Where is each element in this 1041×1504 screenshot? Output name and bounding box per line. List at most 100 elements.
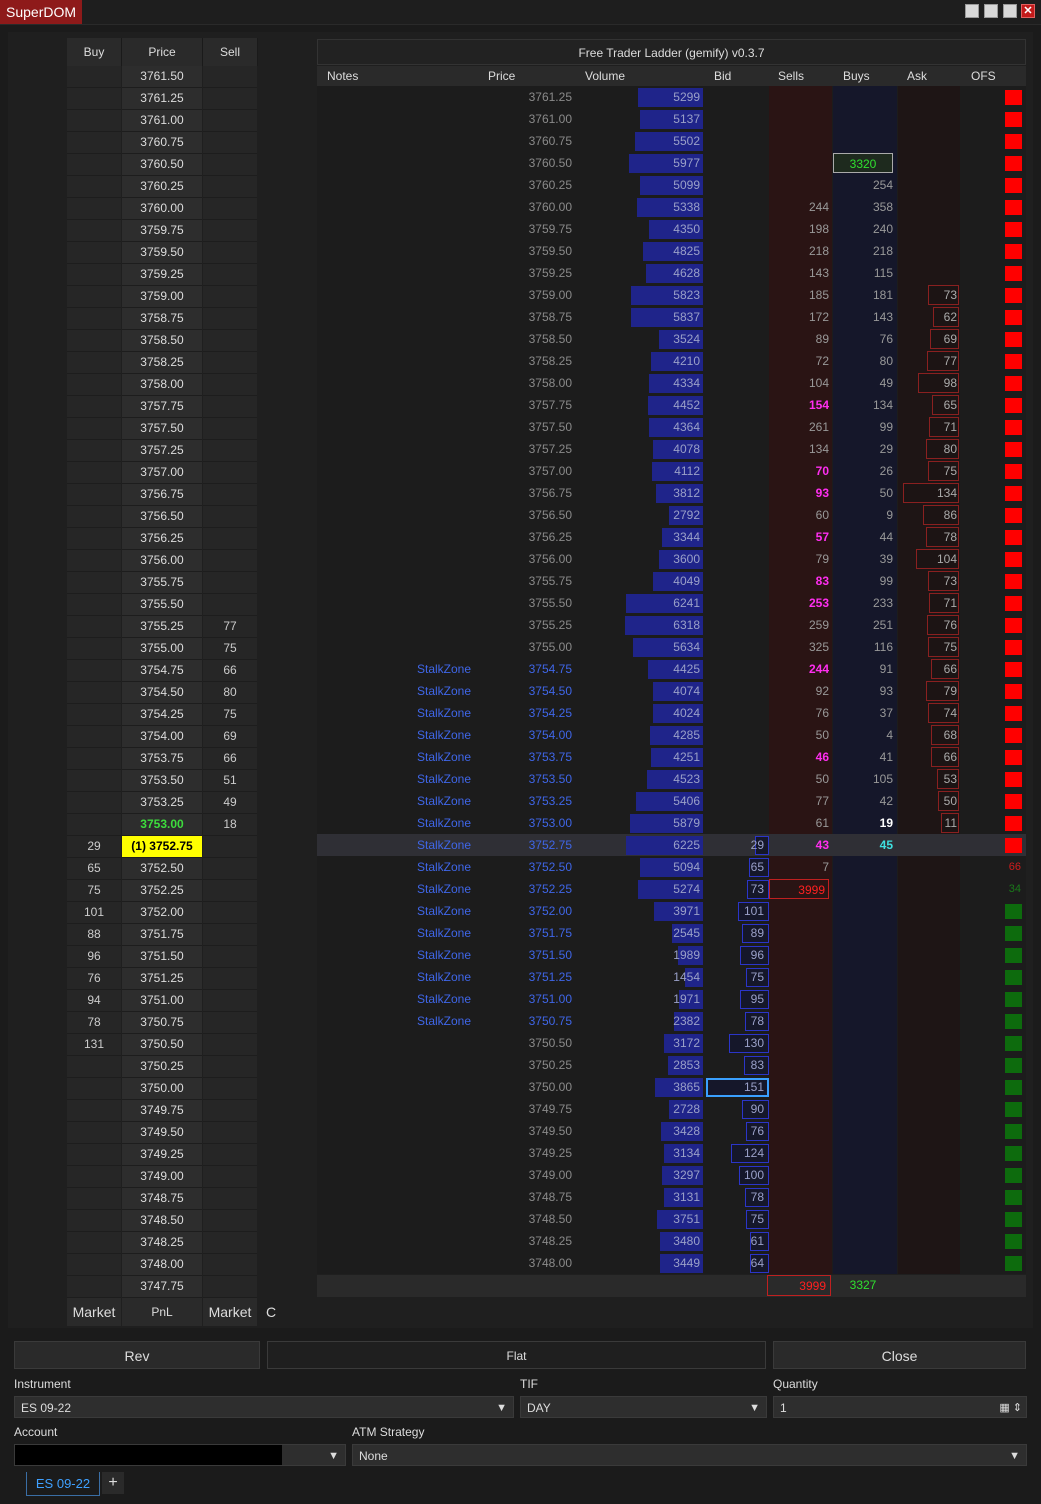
- bid-cell[interactable]: [705, 746, 764, 768]
- ladder-row[interactable]: 3748.75 3131 78: [317, 1186, 1026, 1208]
- note-cell[interactable]: [417, 482, 477, 504]
- left-buy-cell[interactable]: [67, 308, 121, 330]
- left-price-cell[interactable]: 3756.75: [122, 484, 202, 506]
- left-buy-cell[interactable]: [67, 704, 121, 726]
- price-cell[interactable]: 3760.00: [477, 196, 572, 218]
- note-cell[interactable]: [417, 394, 477, 416]
- left-sell-cell[interactable]: [203, 528, 257, 550]
- add-tab-icon[interactable]: +: [102, 1472, 124, 1494]
- left-sell-cell[interactable]: [203, 924, 257, 946]
- left-buy-cell[interactable]: [67, 770, 121, 792]
- bid-cell[interactable]: 95: [705, 988, 764, 1010]
- note-cell[interactable]: [417, 372, 477, 394]
- left-sell-cell[interactable]: [203, 242, 257, 264]
- left-price-cell[interactable]: 3750.75: [122, 1012, 202, 1034]
- left-price-cell[interactable]: 3757.00: [122, 462, 202, 484]
- left-price-cell[interactable]: 3757.25: [122, 440, 202, 462]
- ask-cell[interactable]: [897, 1186, 957, 1208]
- ladder-row[interactable]: StalkZone 3752.00 3971 101: [317, 900, 1026, 922]
- price-cell[interactable]: 3757.00: [477, 460, 572, 482]
- left-price-cell[interactable]: 3748.25: [122, 1232, 202, 1254]
- account-select[interactable]: ▼: [14, 1444, 346, 1466]
- left-buy-cell[interactable]: [67, 440, 121, 462]
- left-buy-cell[interactable]: [67, 242, 121, 264]
- left-price-cell[interactable]: 3758.75: [122, 308, 202, 330]
- price-cell[interactable]: 3748.00: [477, 1252, 572, 1274]
- left-buy-cell[interactable]: [67, 594, 121, 616]
- bid-cell[interactable]: [705, 394, 764, 416]
- left-sell-cell[interactable]: [203, 1210, 257, 1232]
- bid-cell[interactable]: [705, 614, 764, 636]
- ask-cell[interactable]: [897, 1032, 957, 1054]
- ask-cell[interactable]: [897, 86, 957, 108]
- ask-cell[interactable]: 71: [897, 416, 957, 438]
- bid-cell[interactable]: [705, 218, 764, 240]
- left-price-cell[interactable]: 3759.75: [122, 220, 202, 242]
- ask-cell[interactable]: [897, 108, 957, 130]
- left-buy-cell[interactable]: 65: [67, 858, 121, 880]
- note-cell[interactable]: [417, 262, 477, 284]
- quantity-stepper-icon[interactable]: ▦ ⇕: [999, 1397, 1022, 1419]
- price-cell[interactable]: 3758.25: [477, 350, 572, 372]
- ladder-row[interactable]: 3758.50 3524 89 76 69: [317, 328, 1026, 350]
- left-price-cell[interactable]: 3748.50: [122, 1210, 202, 1232]
- bid-cell[interactable]: 83: [705, 1054, 764, 1076]
- ladder-row[interactable]: 3755.00 5634 325 116 75: [317, 636, 1026, 658]
- left-buy-cell[interactable]: [67, 418, 121, 440]
- bid-cell[interactable]: [705, 658, 764, 680]
- left-sell-cell[interactable]: [203, 66, 257, 88]
- left-price-cell[interactable]: (1) 3752.75: [122, 836, 202, 858]
- price-cell[interactable]: 3756.25: [477, 526, 572, 548]
- ladder-row[interactable]: StalkZone 3752.25 5274 73 3999 34: [317, 878, 1026, 900]
- bid-cell[interactable]: 101: [705, 900, 764, 922]
- left-price-cell[interactable]: 3751.50: [122, 946, 202, 968]
- price-cell[interactable]: 3749.25: [477, 1142, 572, 1164]
- ask-cell[interactable]: [897, 1142, 957, 1164]
- ask-cell[interactable]: 86: [897, 504, 957, 526]
- bid-cell[interactable]: 61: [705, 1230, 764, 1252]
- left-price-cell[interactable]: 3754.25: [122, 704, 202, 726]
- left-buy-cell[interactable]: [67, 1056, 121, 1078]
- bid-cell[interactable]: [705, 306, 764, 328]
- left-buy-cell[interactable]: [67, 528, 121, 550]
- left-price-cell[interactable]: 3758.50: [122, 330, 202, 352]
- left-buy-cell[interactable]: 131: [67, 1034, 121, 1056]
- left-sell-cell[interactable]: 18: [203, 814, 257, 836]
- ladder-row[interactable]: 3750.50 3172 130: [317, 1032, 1026, 1054]
- quantity-input[interactable]: 1 ▦ ⇕: [773, 1396, 1027, 1418]
- bid-cell[interactable]: 73: [705, 878, 764, 900]
- note-cell[interactable]: StalkZone: [417, 966, 477, 988]
- note-cell[interactable]: [417, 284, 477, 306]
- ladder-row[interactable]: 3759.25 4628 143 115: [317, 262, 1026, 284]
- left-sell-cell[interactable]: [203, 176, 257, 198]
- ask-cell[interactable]: 77: [897, 350, 957, 372]
- note-cell[interactable]: [417, 548, 477, 570]
- left-buy-cell[interactable]: [67, 660, 121, 682]
- left-buy-cell[interactable]: 76: [67, 968, 121, 990]
- note-cell[interactable]: StalkZone: [417, 878, 477, 900]
- bid-cell[interactable]: 65: [705, 856, 764, 878]
- ladder-row[interactable]: 3756.00 3600 79 39 104: [317, 548, 1026, 570]
- ask-cell[interactable]: [897, 1010, 957, 1032]
- bid-cell[interactable]: [705, 680, 764, 702]
- ask-cell[interactable]: 79: [897, 680, 957, 702]
- left-price-cell[interactable]: 3752.25: [122, 880, 202, 902]
- price-cell[interactable]: 3752.25: [477, 878, 572, 900]
- ladder-row[interactable]: StalkZone 3753.50 4523 50 105 53: [317, 768, 1026, 790]
- ladder-row[interactable]: 3758.25 4210 72 80 77: [317, 350, 1026, 372]
- left-sell-cell[interactable]: [203, 352, 257, 374]
- ladder-row[interactable]: StalkZone 3751.75 2545 89: [317, 922, 1026, 944]
- bid-cell[interactable]: 89: [705, 922, 764, 944]
- price-cell[interactable]: 3754.25: [477, 702, 572, 724]
- left-buy-cell[interactable]: [67, 176, 121, 198]
- ask-cell[interactable]: 53: [897, 768, 957, 790]
- left-buy-cell[interactable]: [67, 1100, 121, 1122]
- ask-cell[interactable]: [897, 922, 957, 944]
- price-cell[interactable]: 3760.50: [477, 152, 572, 174]
- left-sell-cell[interactable]: [203, 990, 257, 1012]
- bid-cell[interactable]: [705, 460, 764, 482]
- left-buy-cell[interactable]: [67, 1144, 121, 1166]
- left-sell-cell[interactable]: [203, 836, 257, 858]
- left-buy-cell[interactable]: [67, 352, 121, 374]
- bid-cell[interactable]: 64: [705, 1252, 764, 1274]
